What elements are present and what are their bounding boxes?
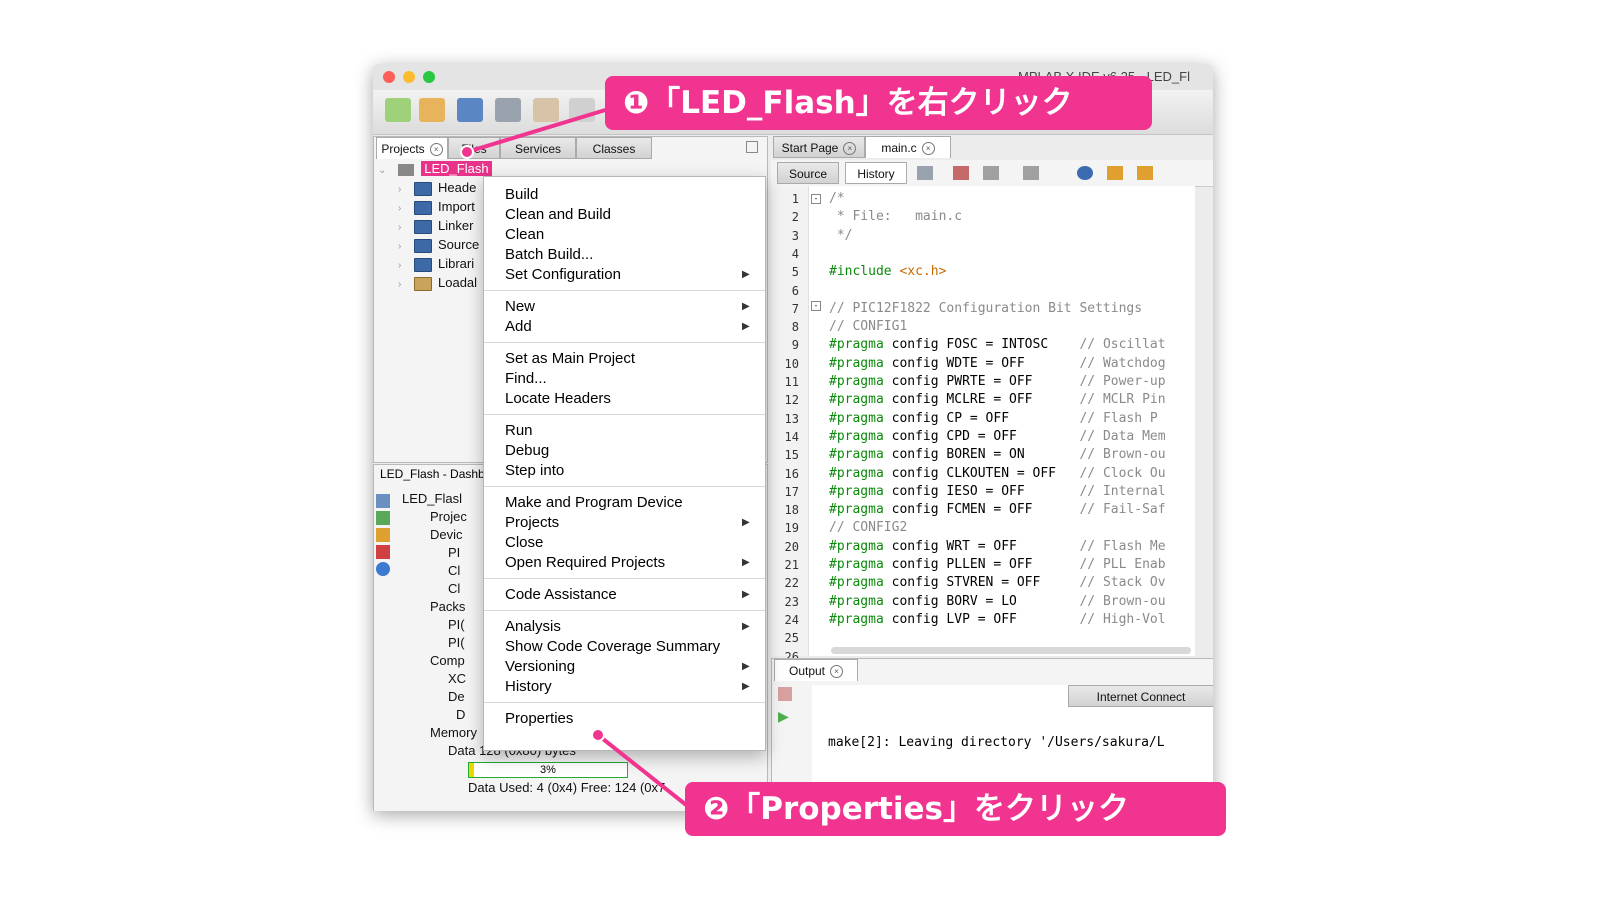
connector-line-2: [596, 733, 692, 810]
callout-connectors: [460, 106, 692, 810]
connector-line-1: [466, 106, 613, 154]
connector-dot-2: [591, 728, 605, 742]
connector-dot-1: [460, 145, 474, 159]
